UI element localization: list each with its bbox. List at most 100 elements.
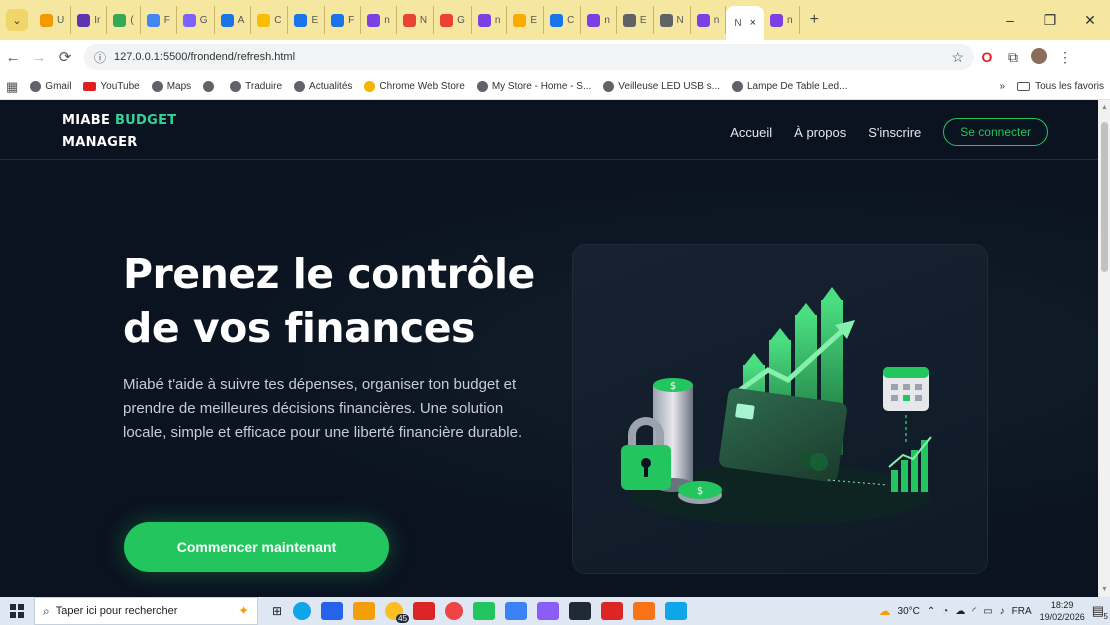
wps-icon[interactable]	[601, 602, 624, 620]
opera-icon[interactable]	[445, 602, 464, 620]
bookmark-item[interactable]: My Store - Home - S...	[471, 81, 597, 92]
maximize-button[interactable]: ❐	[1030, 12, 1070, 29]
browser-tab[interactable]: G	[177, 6, 215, 34]
browser-tab[interactable]: n	[691, 6, 727, 34]
finance-illustration-graphic: $ $	[621, 287, 932, 525]
bookmark-item[interactable]	[197, 81, 224, 92]
browser-tab[interactable]: (	[107, 6, 141, 34]
volume-icon[interactable]: ♪	[1000, 606, 1005, 617]
tab-favicon-icon	[587, 13, 601, 27]
tab-label: N	[734, 17, 742, 29]
bookmark-item[interactable]: Actualités	[288, 81, 358, 92]
app-purple-icon[interactable]	[537, 602, 560, 620]
apps-grid-icon[interactable]: ▦	[0, 79, 24, 95]
clock[interactable]: 18:29 19/02/2026	[1040, 599, 1085, 623]
weather-icon[interactable]: ☁	[879, 604, 891, 618]
browser-tab[interactable]: E	[617, 6, 654, 34]
tab-favicon-icon	[477, 13, 491, 27]
app-paint-icon[interactable]	[505, 602, 528, 620]
hero-title: Prenez le contrôle de vos finances	[123, 247, 563, 355]
taskbar-search[interactable]: ⌕ Taper ici pour rechercher ✦	[34, 597, 258, 625]
browser-tab[interactable]: N	[397, 6, 435, 34]
bookmark-item[interactable]: Gmail	[24, 81, 77, 92]
tab-label: n	[604, 14, 610, 26]
brand-word-manager: MANAGER	[62, 135, 138, 150]
back-button[interactable]: ←	[0, 49, 26, 66]
get-started-button[interactable]: Commencer maintenant	[124, 522, 389, 572]
folder-icon	[1017, 82, 1031, 91]
browser-tab-active[interactable]: N ×	[726, 6, 765, 40]
browser-tab[interactable]: n	[361, 6, 397, 34]
file-explorer-icon[interactable]	[353, 602, 376, 620]
network-icon[interactable]: ◔	[942, 606, 948, 617]
browser-tab[interactable]: U	[34, 6, 72, 34]
more-bookmarks-button[interactable]: »	[994, 81, 1012, 92]
nav-home-link[interactable]: Accueil	[730, 125, 772, 140]
bookmark-item[interactable]: Maps	[146, 81, 197, 92]
notifications-icon[interactable]: ▤ 5	[1092, 603, 1108, 621]
bookmark-item[interactable]: Lampe De Table Led...	[726, 81, 853, 92]
browser-tab[interactable]: F	[325, 6, 362, 34]
minimize-button[interactable]: –	[990, 12, 1030, 28]
site-info-icon[interactable]: ⓘ	[94, 49, 106, 66]
nav-about-link[interactable]: À propos	[794, 125, 846, 140]
browser-tab[interactable]: C	[544, 6, 582, 34]
opera-extension-icon[interactable]: O	[974, 49, 1000, 65]
tab-favicon-icon	[770, 13, 784, 27]
login-button[interactable]: Se connecter	[943, 118, 1048, 146]
url-field[interactable]: ⓘ 127.0.0.1:5500/frondend/refresh.html ☆	[84, 44, 974, 70]
browser-menu-icon[interactable]: ⋮	[1052, 49, 1078, 66]
task-view-icon[interactable]: ⊞	[272, 604, 282, 618]
scroll-down-arrow-icon[interactable]: ▼	[1101, 586, 1108, 593]
profile-avatar[interactable]	[1026, 47, 1052, 67]
start-button[interactable]	[0, 604, 34, 618]
chrome-icon[interactable]	[633, 602, 656, 620]
browser-tab[interactable]: Ir	[71, 6, 108, 34]
wifi-icon[interactable]: ◜	[972, 606, 976, 617]
brand-logo[interactable]: MIABE BUDGET MANAGER	[62, 110, 176, 154]
browser-tab[interactable]: C	[251, 6, 289, 34]
browser-tab[interactable]: E	[507, 6, 545, 34]
terminal-icon[interactable]	[569, 602, 592, 620]
weather-temp[interactable]: 30°C	[898, 606, 920, 617]
tab-label: A	[237, 14, 245, 26]
all-bookmarks-folder[interactable]: Tous les favoris	[1011, 81, 1110, 92]
powerpoint-icon[interactable]	[413, 602, 436, 620]
new-tab-button[interactable]: +	[800, 11, 829, 29]
tab-label: Ir	[94, 14, 101, 26]
svg-text:$: $	[670, 381, 676, 392]
bookmark-label: Maps	[166, 81, 192, 92]
browser-tab[interactable]: N	[654, 6, 691, 34]
browser-tab[interactable]: n	[764, 6, 800, 34]
word-icon[interactable]	[321, 602, 344, 620]
bookmark-item[interactable]: Veilleuse LED USB s...	[597, 81, 726, 92]
onedrive-icon[interactable]: ☁	[955, 606, 965, 617]
bookmark-item[interactable]: YouTube	[77, 81, 145, 92]
vscode-icon[interactable]	[665, 602, 688, 620]
close-tab-icon[interactable]: ×	[750, 17, 756, 29]
browser-tab[interactable]: n	[472, 6, 508, 34]
scrollbar-thumb[interactable]	[1101, 122, 1108, 272]
nav-signup-link[interactable]: S'inscrire	[868, 125, 921, 140]
bookmark-item[interactable]: Chrome Web Store	[358, 81, 470, 92]
bookmark-item[interactable]: Traduire	[224, 81, 288, 92]
browser-tab[interactable]: E	[288, 6, 326, 34]
reload-button[interactable]: ⟳	[52, 48, 78, 66]
forward-button[interactable]: →	[26, 49, 52, 66]
scroll-up-arrow-icon[interactable]: ▲	[1101, 104, 1108, 111]
extensions-puzzle-icon[interactable]: ⧉	[1000, 49, 1026, 66]
tray-expand-icon[interactable]: ⌃	[927, 606, 935, 617]
tab-search-button[interactable]: ⌄	[6, 9, 28, 31]
browser-tab[interactable]: F	[141, 6, 177, 34]
app-diamond-icon[interactable]	[473, 602, 496, 620]
battery-icon[interactable]: ▭	[983, 606, 992, 617]
browser-tab[interactable]: n	[581, 6, 617, 34]
browser-tab[interactable]: A	[215, 6, 252, 34]
close-window-button[interactable]: ✕	[1070, 12, 1110, 29]
browser-tab[interactable]: G	[434, 6, 472, 34]
page-scrollbar[interactable]: ▲ ▼	[1098, 100, 1110, 597]
chrome-canary-icon[interactable]: 45	[385, 602, 410, 623]
language-indicator[interactable]: FRA	[1012, 606, 1032, 617]
bookmark-star-icon[interactable]: ☆	[951, 49, 964, 66]
edge-icon[interactable]	[293, 602, 312, 620]
